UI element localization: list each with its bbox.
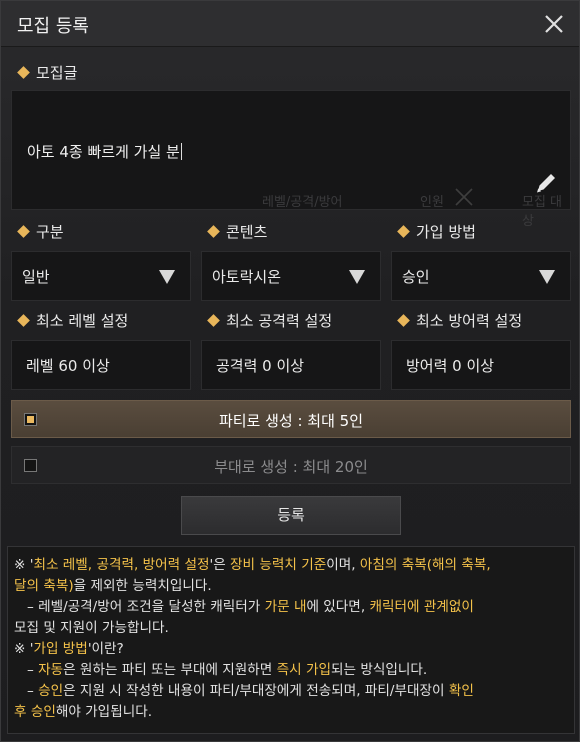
note-line: ※ '가입 방법'이란? <box>14 641 124 657</box>
pencil-icon[interactable] <box>532 169 560 197</box>
info-notes: ※ '최소 레벨, 공격력, 방어력 설정'은 장비 능력치 기준이며, 아침의… <box>7 546 575 734</box>
note-line: 모집 및 지원이 가능합니다. <box>14 620 169 636</box>
note-line: – 승인은 지원 시 작성한 내용이 파티/부대장에게 전송되며, 파티/부대장… <box>14 683 474 699</box>
min-level-value: 레벨 60 이상 <box>26 357 110 375</box>
diamond-bullet-icon <box>207 225 220 238</box>
party-option-label: 파티로 생성 : 최대 5인 <box>218 412 364 430</box>
note-line: 달의 축복)을 제외한 능력치입니다. <box>14 578 212 594</box>
ghost-close-icon <box>455 188 473 206</box>
diamond-bullet-icon <box>397 314 410 327</box>
close-icon[interactable] <box>541 11 567 37</box>
post-text-value: 아토 4종 빠르게 가실 분 <box>27 143 180 161</box>
category-label-text: 구분 <box>36 223 64 241</box>
content-label-text: 콘텐츠 <box>226 223 268 241</box>
note-line: – 레벨/공격/방어 조건을 달성한 캐릭터가 가문 내에 있다면, 캐릭터에 … <box>14 599 474 615</box>
min-defense-input[interactable]: 방어력 0 이상 <box>391 340 571 390</box>
title-bar: 모집 등록 <box>1 1 579 47</box>
dropdown-arrow-icon <box>349 270 365 284</box>
join-method-value: 승인 <box>402 268 430 286</box>
text-caret <box>180 143 182 160</box>
register-button[interactable]: 등록 <box>181 496 401 535</box>
note-line: – 자동은 원하는 파티 또는 부대에 지원하면 즉시 가입되는 방식입니다. <box>14 662 428 678</box>
min-attack-label-text: 최소 공격력 설정 <box>226 312 333 330</box>
squad-option[interactable]: 부대로 생성 : 최대 20인 <box>11 446 571 484</box>
diamond-bullet-icon <box>17 314 30 327</box>
post-text: 아토 4종 빠르게 가실 분 <box>27 141 182 162</box>
ghost-label: 인원 <box>420 195 444 210</box>
min-defense-label: 최소 방어력 설정 <box>397 310 523 331</box>
min-defense-label-text: 최소 방어력 설정 <box>416 312 523 330</box>
min-defense-value: 방어력 0 이상 <box>406 357 495 375</box>
min-attack-input[interactable]: 공격력 0 이상 <box>201 340 381 390</box>
note-line: 후 승인해야 가입됩니다. <box>14 704 153 720</box>
dropdown-arrow-icon <box>159 270 175 284</box>
post-label-text: 모집글 <box>36 64 78 82</box>
min-level-label-text: 최소 레벨 설정 <box>36 312 129 330</box>
note-line: ※ '최소 레벨, 공격력, 방어력 설정'은 장비 능력치 기준이며, 아침의… <box>14 557 491 573</box>
dropdown-arrow-icon <box>539 270 555 284</box>
join-method-label: 가입 방법 <box>397 221 476 242</box>
min-level-input[interactable]: 레벨 60 이상 <box>11 340 191 390</box>
diamond-bullet-icon <box>17 66 30 79</box>
content-label: 콘텐츠 <box>207 221 268 242</box>
category-select[interactable]: 일반 <box>11 251 191 301</box>
category-label: 구분 <box>17 221 64 242</box>
post-section-label: 모집글 <box>17 62 78 83</box>
category-value: 일반 <box>22 268 50 286</box>
squad-option-label: 부대로 생성 : 최대 20인 <box>214 458 368 476</box>
content-value: 아토락시온 <box>212 268 282 286</box>
ghost-label: 레벨/공격/방어 <box>262 195 343 210</box>
join-method-label-text: 가입 방법 <box>416 223 476 241</box>
post-textarea[interactable]: 레벨/공격/방어 인원 모집 대상 아토 4종 빠르게 가실 분 <box>11 90 571 229</box>
recruit-dialog: 모집 등록 모집글 레벨/공격/방어 인원 모집 대상 아토 4종 빠르게 가실… <box>0 0 580 742</box>
diamond-bullet-icon <box>397 225 410 238</box>
diamond-bullet-icon <box>207 314 220 327</box>
min-attack-label: 최소 공격력 설정 <box>207 310 333 331</box>
min-level-label: 최소 레벨 설정 <box>17 310 129 331</box>
content-select[interactable]: 아토락시온 <box>201 251 381 301</box>
join-method-select[interactable]: 승인 <box>391 251 571 301</box>
party-option[interactable]: 파티로 생성 : 최대 5인 <box>11 400 571 438</box>
diamond-bullet-icon <box>17 225 30 238</box>
dialog-title: 모집 등록 <box>17 16 89 37</box>
min-attack-value: 공격력 0 이상 <box>216 357 305 375</box>
